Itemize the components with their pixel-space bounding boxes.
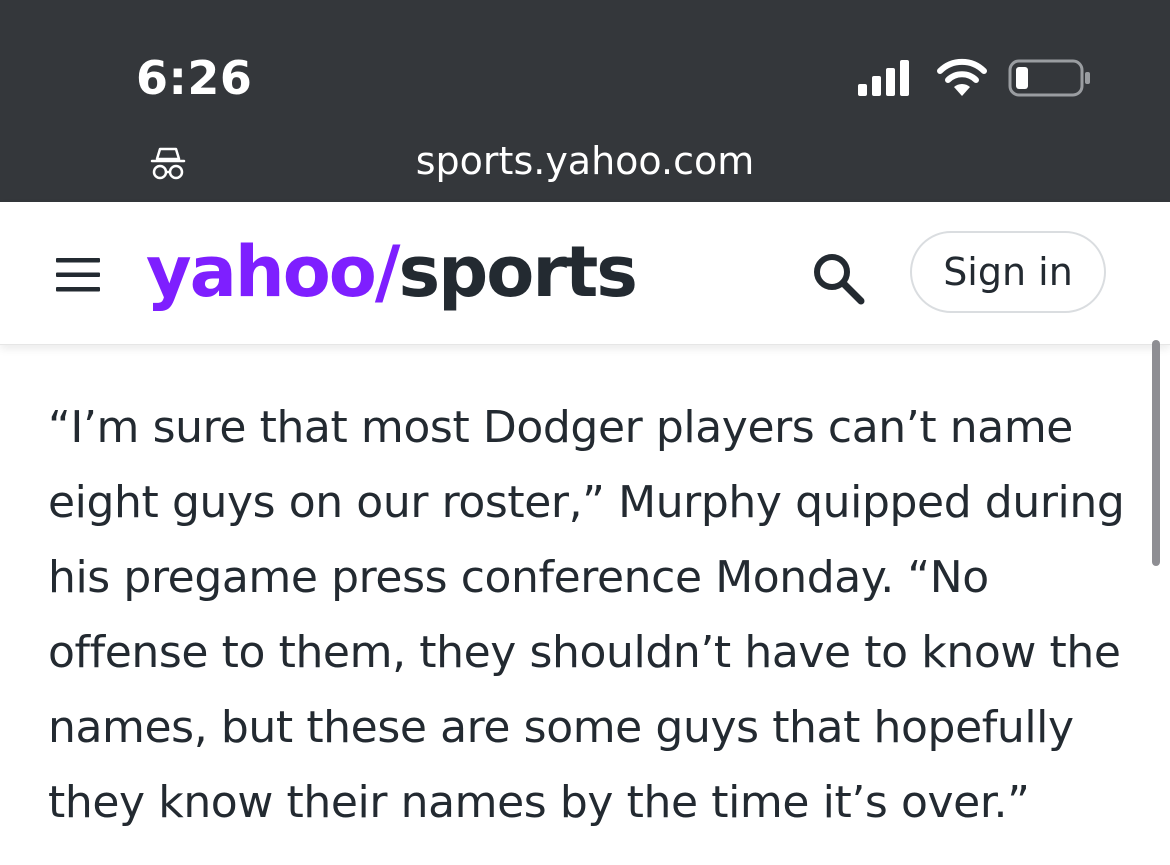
scrollbar[interactable]: [1152, 340, 1160, 566]
battery-icon: [1008, 59, 1090, 97]
sign-in-button[interactable]: Sign in: [910, 231, 1106, 313]
logo-yahoo-text: yahoo/: [146, 231, 400, 313]
article-paragraph: “I’m sure that most Dodger players can’t…: [48, 402, 1125, 828]
url-text[interactable]: sports.yahoo.com: [0, 138, 1170, 184]
wifi-icon: [937, 58, 987, 96]
signal-icon: [858, 60, 909, 96]
hamburger-menu-icon[interactable]: [54, 256, 102, 294]
status-time: 6:26: [136, 51, 253, 105]
search-icon[interactable]: [808, 248, 868, 308]
yahoo-sports-logo[interactable]: yahoo/sports: [146, 231, 638, 313]
logo-sports-text: sports: [398, 231, 638, 313]
